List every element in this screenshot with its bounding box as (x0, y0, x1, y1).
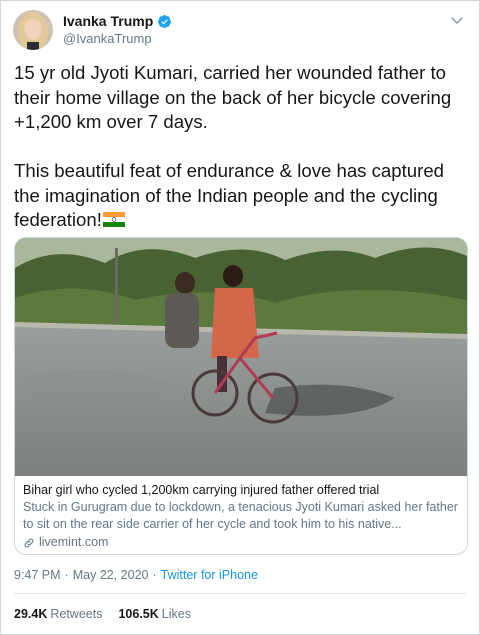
avatar[interactable] (13, 10, 53, 50)
handle[interactable]: @IvankaTrump (63, 31, 172, 46)
card-title[interactable]: Bihar girl who cycled 1,200km carrying i… (23, 482, 459, 499)
tweet-source-link[interactable]: Twitter for iPhone (161, 568, 258, 582)
tweet-stats: 29.4K Retweets 106.5K Likes (14, 607, 191, 621)
tweet-time[interactable]: 9:47 PM (14, 568, 61, 582)
retweets-count: 29.4K (14, 607, 48, 621)
link-card[interactable]: Bihar girl who cycled 1,200km carrying i… (14, 237, 468, 555)
likes-label: Likes (161, 607, 191, 621)
chevron-down-icon[interactable] (449, 12, 465, 28)
card-body: Bihar girl who cycled 1,200km carrying i… (23, 482, 459, 551)
tweet-meta: 9:47 PM · May 22, 2020 · Twitter for iPh… (14, 568, 258, 582)
tweet-embed: Ivanka Trump @IvankaTrump 15 yr old Jyot… (0, 0, 480, 635)
tweet-text: 15 yr old Jyoti Kumari, carried her woun… (14, 61, 470, 233)
tweet-header: Ivanka Trump @IvankaTrump (13, 10, 467, 50)
author-names: Ivanka Trump @IvankaTrump (63, 13, 172, 46)
card-domain-text: livemint.com (39, 535, 109, 549)
tweet-paragraph-1: 15 yr old Jyoti Kumari, carried her woun… (14, 62, 457, 132)
card-image[interactable] (15, 238, 467, 476)
tweet-paragraph-2: This beautiful feat of endurance & love … (14, 160, 450, 230)
avatar-icon (13, 10, 53, 50)
likes-count: 106.5K (118, 607, 159, 621)
likes-stat[interactable]: 106.5K Likes (118, 607, 191, 621)
retweets-stat[interactable]: 29.4K Retweets (14, 607, 102, 621)
tweet-date[interactable]: May 22, 2020 (73, 568, 149, 582)
card-description: Stuck in Gurugram due to lockdown, a ten… (23, 500, 458, 531)
link-icon (24, 538, 34, 547)
meta-separator: · (64, 568, 69, 582)
divider (14, 593, 466, 594)
display-name[interactable]: Ivanka Trump (63, 13, 153, 29)
meta-separator: · (152, 568, 157, 582)
verified-badge-icon (158, 14, 172, 28)
india-flag-icon (102, 212, 125, 227)
retweets-label: Retweets (50, 607, 103, 621)
card-domain[interactable]: livemint.com (23, 534, 459, 551)
